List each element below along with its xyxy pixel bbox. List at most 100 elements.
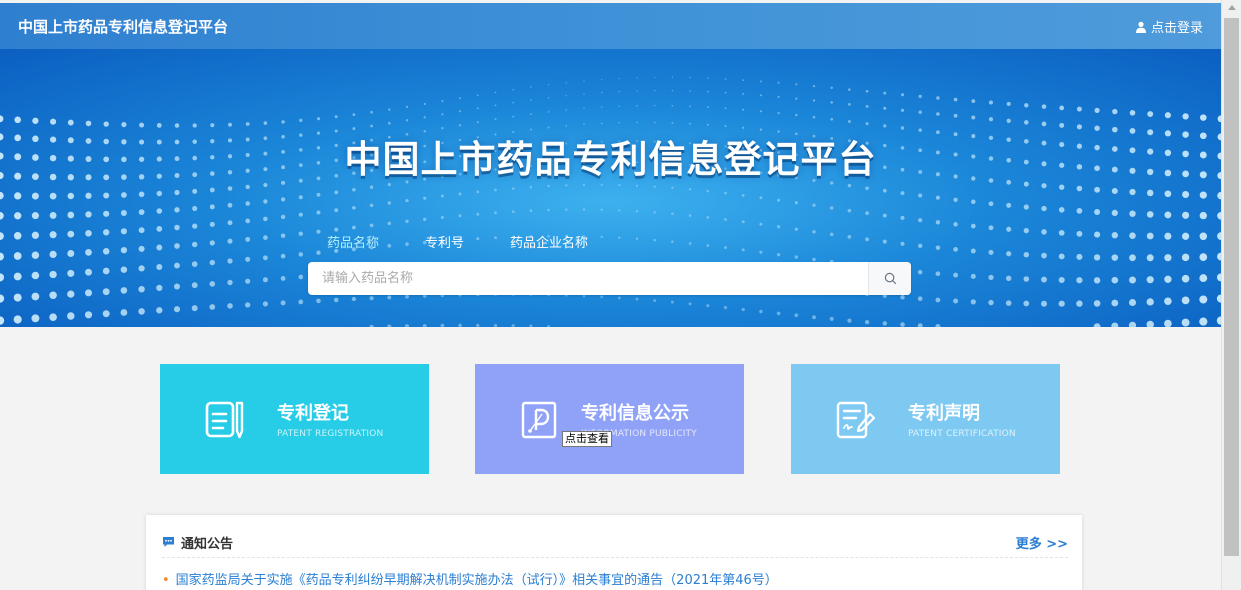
decor-dot bbox=[847, 120, 851, 123]
decor-dot bbox=[103, 192, 110, 199]
decor-dot bbox=[85, 192, 92, 199]
decor-dot bbox=[1058, 207, 1065, 213]
decor-dot bbox=[653, 185, 656, 188]
decor-dot bbox=[31, 271, 40, 280]
decor-dot bbox=[49, 211, 57, 219]
decor-dot bbox=[49, 313, 57, 322]
decor-dot bbox=[494, 188, 497, 192]
decor-dot bbox=[333, 297, 339, 303]
decor-dot bbox=[245, 201, 250, 206]
decor-dot bbox=[209, 259, 216, 266]
decor-dot bbox=[67, 290, 75, 298]
scroll-up-arrow-icon[interactable] bbox=[1228, 5, 1236, 10]
search-type-tabs: 药品名称 专利号 药品企业名称 bbox=[327, 232, 588, 251]
decor-dot bbox=[988, 225, 994, 231]
search-button[interactable] bbox=[868, 262, 911, 295]
decor-dot bbox=[298, 231, 303, 236]
decor-dot bbox=[334, 208, 339, 213]
decor-dot bbox=[67, 211, 75, 219]
decor-dot bbox=[1076, 106, 1082, 112]
card-patent-registration[interactable]: 专利登记 PATENT REGISTRATION bbox=[160, 364, 429, 474]
list-item[interactable]: • 国家药监局关于实施《药品专利纠纷早期解决机制实施办法（试行）》相关事宜的通告（… bbox=[162, 569, 778, 588]
search-input[interactable] bbox=[308, 262, 868, 295]
decor-dot bbox=[316, 250, 321, 255]
decor-dot bbox=[263, 199, 268, 204]
decor-dot bbox=[316, 298, 321, 304]
decor-dot bbox=[830, 86, 833, 90]
scrollbar-thumb[interactable] bbox=[1224, 18, 1239, 556]
decor-dot bbox=[706, 123, 709, 126]
decor-dot bbox=[494, 211, 497, 215]
site-brand[interactable]: 中国上市药品专利信息登记平台 bbox=[18, 16, 228, 37]
decor-dot bbox=[618, 121, 621, 124]
decor-dot bbox=[988, 201, 994, 207]
decor-dot bbox=[547, 208, 550, 212]
decor-dot bbox=[759, 110, 763, 113]
decor-dot bbox=[1058, 276, 1065, 284]
decor-dot bbox=[1093, 323, 1101, 327]
decor-dot bbox=[228, 122, 232, 127]
decor-dot bbox=[263, 121, 268, 125]
card-patent-publicity[interactable]: 专利信息公示 INFORMATION PUBLICITY bbox=[475, 364, 744, 474]
decor-dot bbox=[706, 216, 710, 219]
decor-dot bbox=[883, 91, 887, 95]
decor-dot bbox=[759, 94, 762, 97]
decor-dot bbox=[1164, 112, 1171, 119]
decor-dot bbox=[953, 97, 958, 102]
decor-dot bbox=[138, 286, 145, 293]
decor-dot bbox=[1094, 209, 1101, 215]
decor-dot bbox=[1182, 113, 1189, 120]
decor-dot bbox=[653, 299, 657, 303]
decor-dot bbox=[370, 124, 373, 128]
decor-dot bbox=[1094, 107, 1100, 113]
decor-dot bbox=[707, 77, 709, 79]
decor-dot bbox=[794, 201, 798, 205]
decor-dot bbox=[776, 311, 781, 316]
card-patent-certification[interactable]: 专利声明 PATENT CERTIFICATION bbox=[791, 364, 1060, 474]
decor-dot bbox=[935, 324, 941, 327]
decor-dot bbox=[600, 106, 603, 108]
decor-dot bbox=[191, 261, 198, 267]
decor-dot bbox=[1023, 251, 1030, 258]
decor-dot bbox=[1093, 254, 1101, 261]
decor-dot bbox=[795, 97, 798, 100]
decor-dot bbox=[635, 210, 639, 213]
decor-dot bbox=[102, 288, 110, 296]
decor-dot bbox=[387, 221, 392, 226]
decor-dot bbox=[1076, 253, 1083, 260]
tab-drug-name[interactable]: 药品名称 bbox=[327, 232, 379, 251]
decor-dot bbox=[900, 215, 905, 220]
decor-dot bbox=[706, 90, 709, 93]
tab-company-name[interactable]: 药品企业名称 bbox=[510, 232, 588, 251]
vertical-scrollbar[interactable] bbox=[1221, 0, 1241, 590]
more-link[interactable]: 更多 >> bbox=[1016, 533, 1068, 552]
decor-dot bbox=[1164, 211, 1172, 219]
decor-dot bbox=[459, 124, 462, 127]
decor-dot bbox=[1128, 321, 1137, 327]
login-link[interactable]: 点击登录 bbox=[1135, 17, 1203, 36]
decor-dot bbox=[742, 108, 745, 111]
decor-dot bbox=[1182, 191, 1190, 198]
decor-dot bbox=[794, 227, 798, 231]
decor-dot bbox=[970, 248, 976, 254]
decor-dot bbox=[829, 232, 834, 237]
decor-dot bbox=[1129, 210, 1136, 217]
decor-dot bbox=[138, 265, 145, 272]
decor-dot bbox=[1059, 184, 1065, 190]
decor-dot bbox=[1164, 190, 1172, 198]
decor-dot bbox=[476, 94, 479, 97]
decor-dot bbox=[370, 110, 373, 114]
decor-dot bbox=[865, 237, 870, 242]
decor-dot bbox=[636, 90, 638, 92]
decor-dot bbox=[600, 235, 603, 239]
decor-dot bbox=[1129, 254, 1136, 262]
decor-dot bbox=[0, 232, 4, 240]
tab-patent-number[interactable]: 专利号 bbox=[425, 232, 464, 251]
decor-dot bbox=[49, 291, 57, 300]
decor-dot bbox=[1181, 253, 1190, 262]
decor-dot bbox=[970, 223, 976, 229]
decor-dot bbox=[759, 196, 763, 200]
decor-dot bbox=[1146, 320, 1154, 327]
decor-dot bbox=[671, 121, 674, 124]
decor-dot bbox=[139, 122, 145, 128]
